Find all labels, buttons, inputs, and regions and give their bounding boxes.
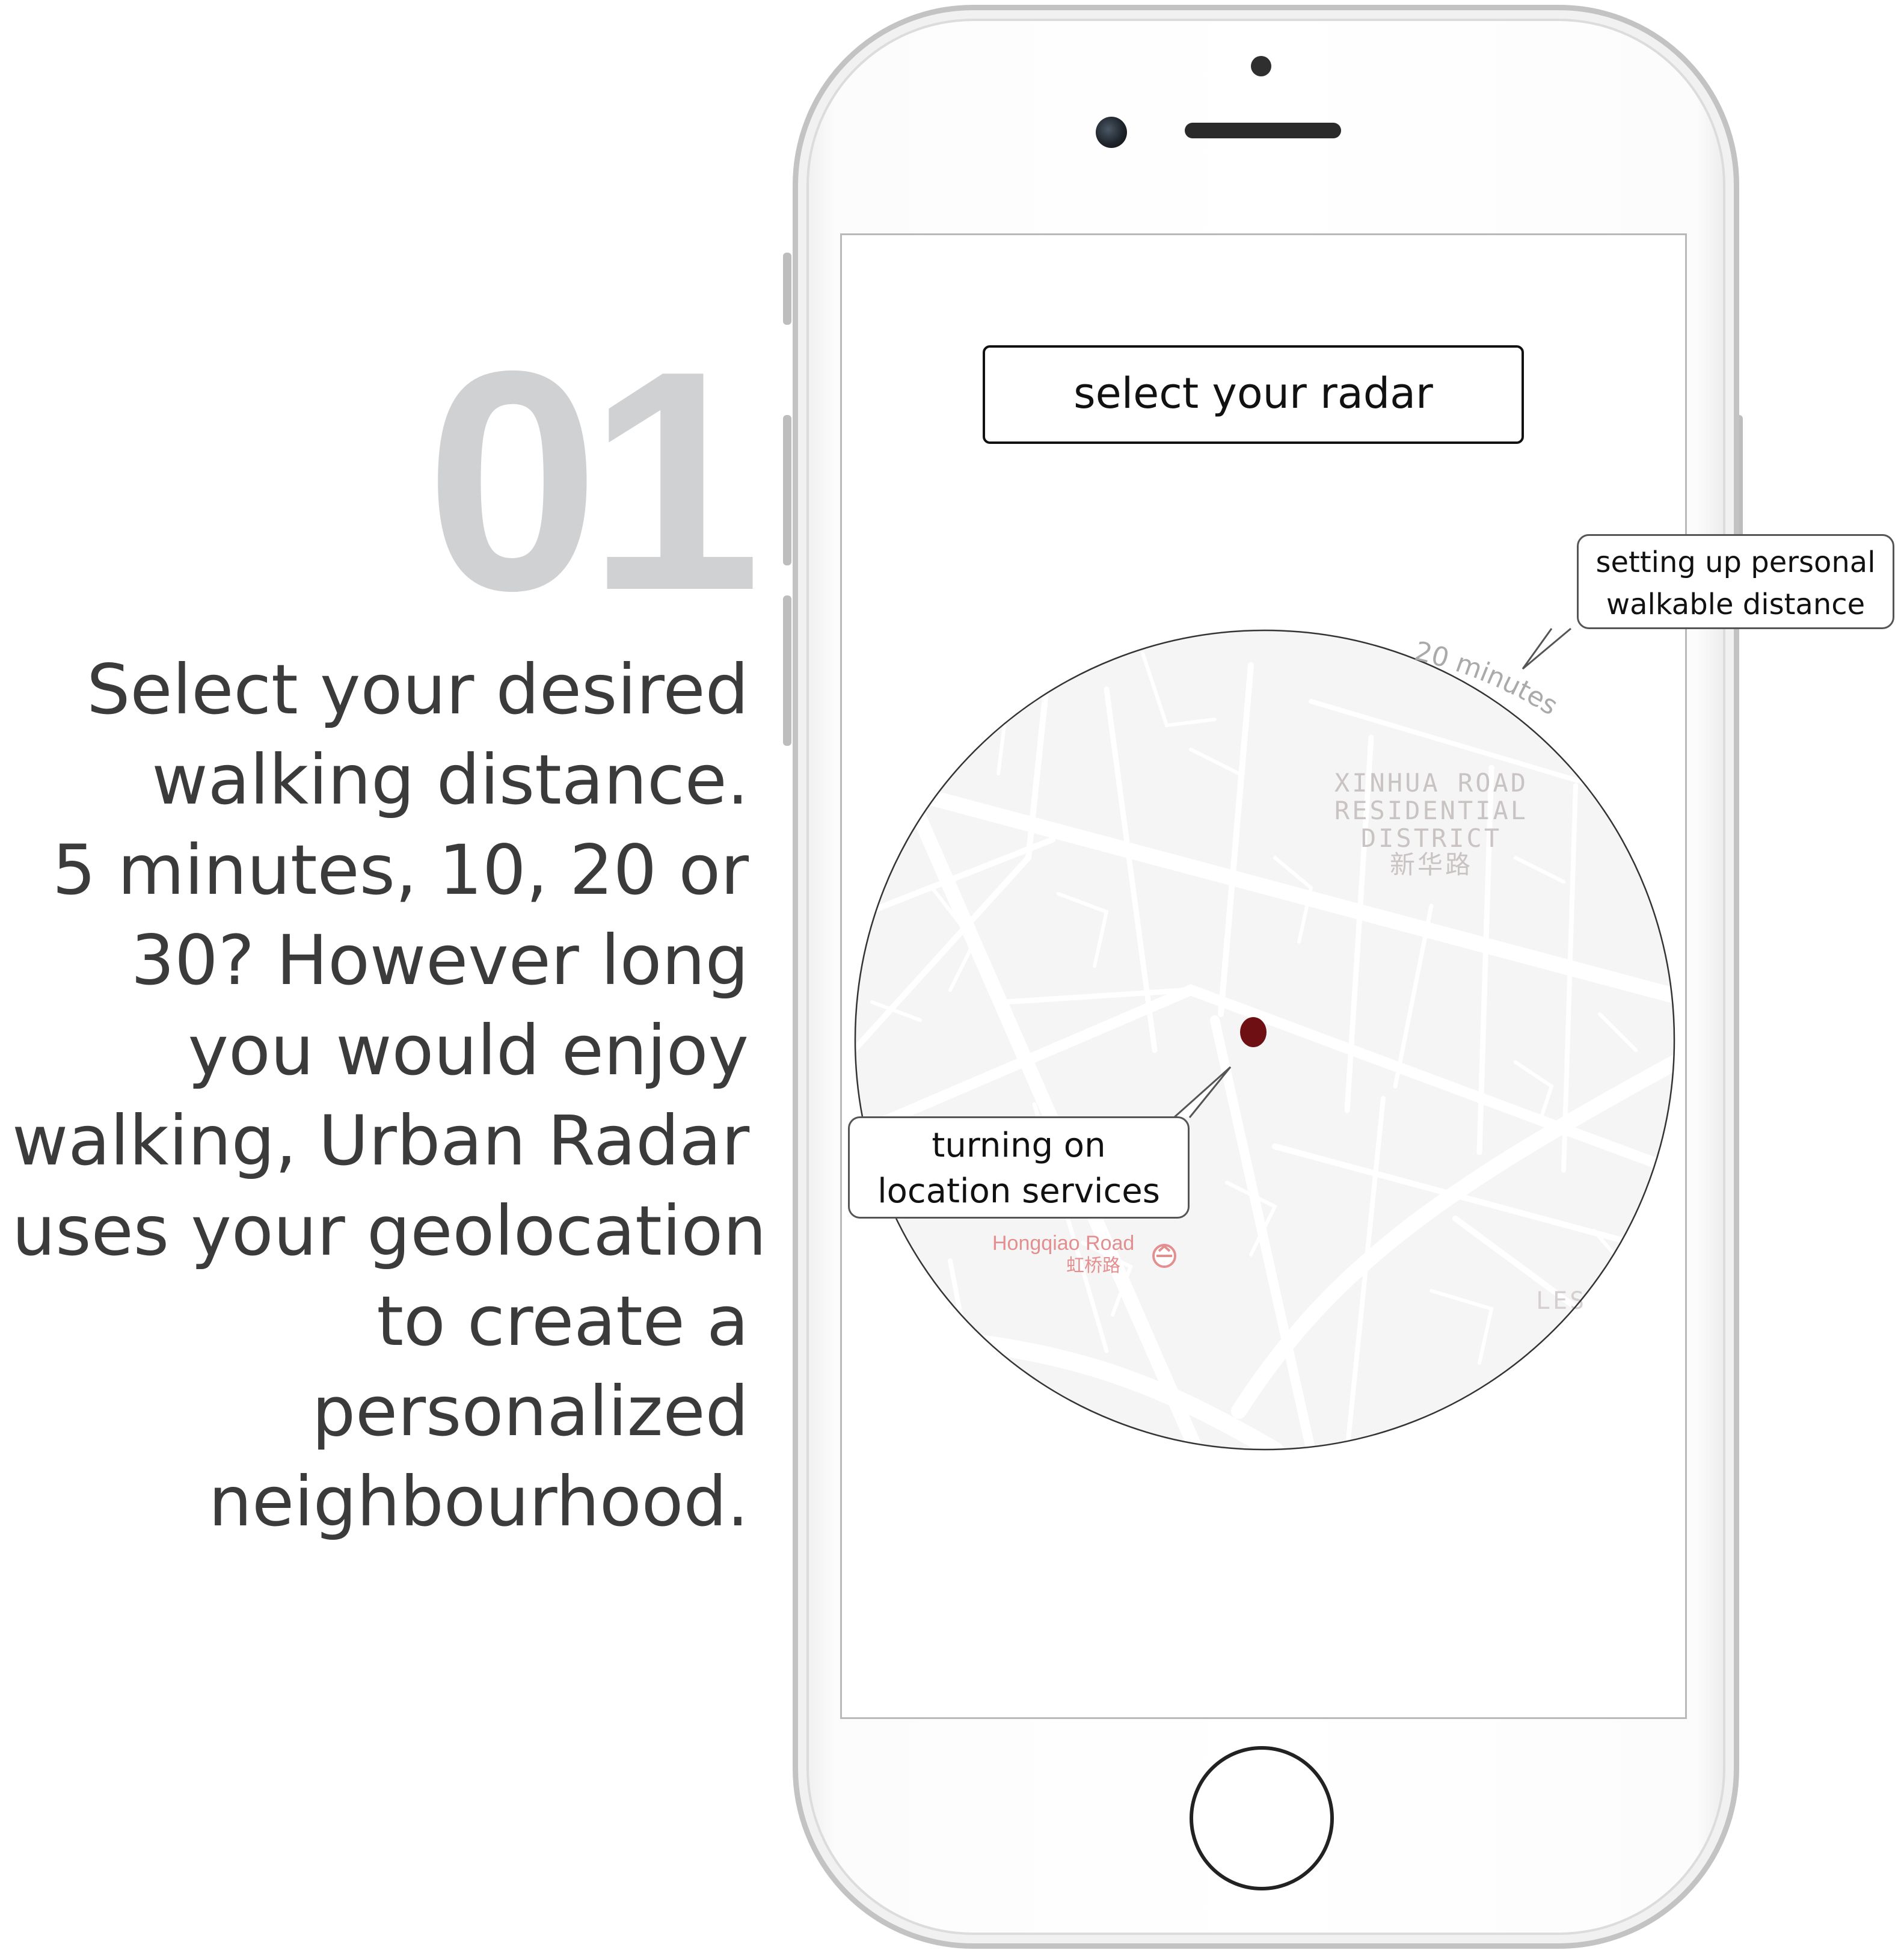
description-line: to create a — [376, 1281, 749, 1361]
district-label-line: 新华路 — [1390, 850, 1473, 879]
callout-line: setting up personal — [1595, 546, 1876, 579]
description-line: Select your desired — [87, 650, 749, 730]
description-line: walking distance. — [152, 740, 749, 820]
description-line: 30? However long — [131, 920, 749, 1000]
district-label-line: RESIDENTIAL — [1334, 796, 1528, 825]
description-line: personalized — [312, 1371, 749, 1451]
callout-line: walkable distance — [1606, 588, 1866, 621]
silent-switch — [783, 253, 791, 325]
radar-background — [855, 630, 1674, 1450]
description-line: you would enjoy — [188, 1010, 749, 1090]
metro-icon — [1152, 1244, 1176, 1268]
select-radar-button[interactable]: select your radar — [983, 345, 1524, 444]
callout-line: location services — [877, 1172, 1160, 1211]
description-line: uses your geolocation — [12, 1191, 767, 1271]
description-line: 5 minutes, 10, 20 or — [52, 830, 749, 910]
step-description: Select your desired walking distance. 5 … — [12, 645, 767, 1547]
map-edge-label: LES — [1536, 1287, 1586, 1315]
radar-map[interactable]: XINHUA ROAD RESIDENTIAL DISTRICT 新华路 Hon… — [854, 629, 1675, 1451]
description-line: walking, Urban Radar — [12, 1101, 750, 1181]
metro-station-label: Hongqiao Road — [992, 1232, 1134, 1255]
volume-down-button — [783, 595, 791, 746]
proximity-sensor — [1251, 56, 1271, 76]
walkable-distance-callout: setting up personal walkable distance — [1577, 534, 1894, 629]
front-camera — [1096, 117, 1127, 148]
district-label-line: XINHUA ROAD — [1334, 768, 1528, 798]
metro-station-label-cn: 虹桥路 — [1066, 1256, 1120, 1276]
district-label-line: DISTRICT — [1361, 823, 1502, 853]
description-line: neighbourhood. — [208, 1462, 749, 1542]
location-services-callout: turning on location services — [848, 1116, 1190, 1219]
callout-line: turning on — [932, 1126, 1106, 1165]
volume-up-button — [783, 415, 791, 565]
current-location-dot[interactable] — [1240, 1017, 1267, 1047]
earpiece-speaker — [1185, 123, 1341, 138]
home-button[interactable] — [1190, 1746, 1334, 1890]
step-number: 01 — [425, 306, 761, 656]
